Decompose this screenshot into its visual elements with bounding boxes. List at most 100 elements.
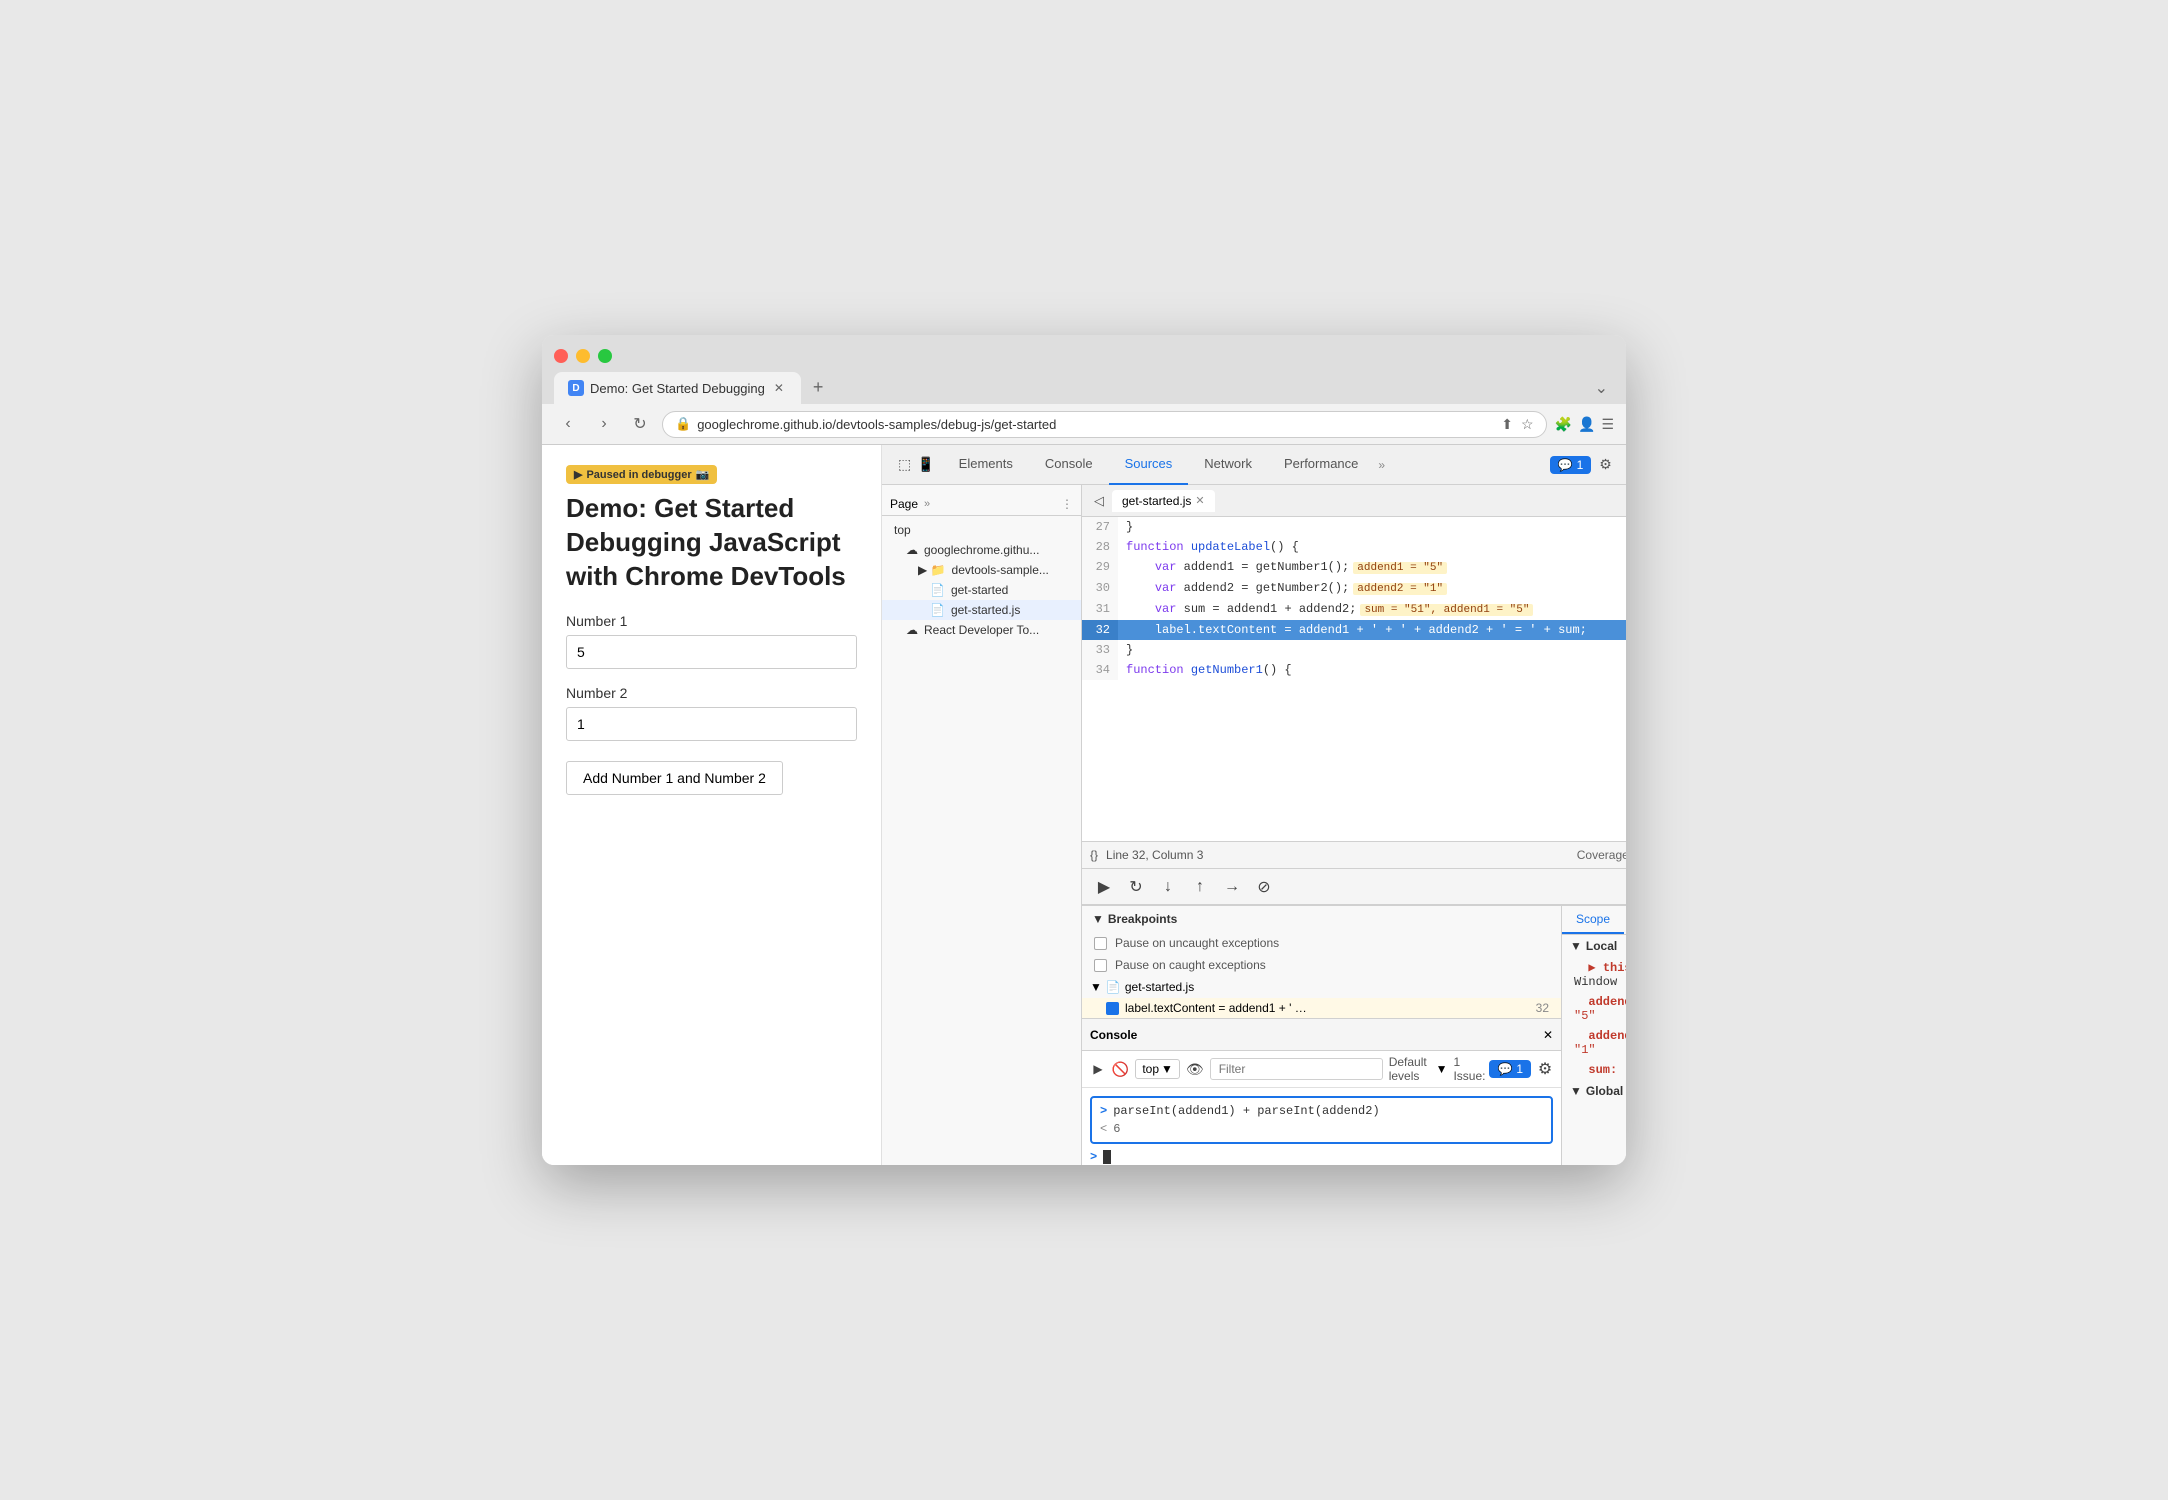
address-bar[interactable]: 🔒 googlechrome.github.io/devtools-sample… [662, 411, 1547, 438]
close-console-button[interactable]: ✕ [1543, 1028, 1553, 1042]
file-tree-folder[interactable]: ▶ 📁 devtools-sample... [882, 560, 1081, 580]
bp-checkbox[interactable] [1106, 1002, 1119, 1015]
tab-performance[interactable]: Performance [1268, 445, 1374, 485]
local-label: Local [1586, 939, 1617, 953]
watch-tab[interactable]: Watch [1624, 906, 1626, 934]
code-line-28: 28 function updateLabel() { [1082, 537, 1626, 557]
number1-input[interactable] [566, 635, 857, 669]
code-tab-close[interactable]: ✕ [1195, 494, 1204, 507]
traffic-lights [554, 345, 1614, 363]
content-area: ▶ Paused in debugger 📷 Demo: Get Started… [542, 445, 1626, 1165]
file-tree-react[interactable]: ☁ React Developer To... [882, 620, 1081, 640]
clear-console-icon[interactable]: 🚫 [1112, 1055, 1129, 1083]
console-header: Console ✕ [1082, 1019, 1561, 1051]
pause-uncaught-item[interactable]: Pause on uncaught exceptions [1082, 932, 1561, 954]
new-tab-button[interactable]: + [803, 371, 834, 404]
local-triangle: ▼ [1570, 939, 1582, 953]
device-icon[interactable]: 📱 [917, 456, 934, 473]
deactivate-bp-button[interactable]: ⊘ [1250, 873, 1278, 901]
top-label: top [894, 523, 911, 537]
play-icon: ▶ [574, 468, 582, 481]
file-tree-more-icon[interactable]: ⋮ [1061, 497, 1073, 511]
html-file-icon: 📄 [930, 583, 945, 597]
code-editor-tabs: ◁ get-started.js ✕ [1082, 485, 1626, 517]
code-line-27: 27 } [1082, 517, 1626, 537]
bp-filename: get-started.js [1125, 980, 1194, 994]
console-filter-input[interactable] [1210, 1058, 1383, 1080]
tab-title: Demo: Get Started Debugging [590, 381, 765, 396]
scope-tab[interactable]: Scope [1562, 906, 1624, 934]
step-button[interactable]: → [1218, 873, 1246, 901]
coverage-label: Coverage: n/a [1577, 848, 1626, 862]
profile-icon[interactable]: 👤 [1578, 416, 1595, 433]
scope-tabs: Scope Watch [1562, 906, 1626, 935]
console-arrow: < [1100, 1122, 1107, 1136]
file-tree-domain[interactable]: ☁ googlechrome.githu... [882, 540, 1081, 560]
inspect-icon[interactable]: ⬚ [898, 456, 911, 473]
global-triangle: ▼ [1570, 1084, 1582, 1098]
more-options-button[interactable]: ⋮ [1620, 452, 1626, 477]
active-tab[interactable]: D Demo: Get Started Debugging ✕ [554, 372, 801, 404]
issues-label: 1 Issue: [1453, 1055, 1485, 1083]
issues-count-badge: 💬 1 [1489, 1060, 1531, 1078]
global-label: Global [1586, 1084, 1623, 1098]
paused-label: Paused in debugger [586, 469, 691, 481]
code-tab[interactable]: get-started.js ✕ [1112, 490, 1215, 512]
curly-braces-icon: {} [1090, 848, 1098, 862]
bp-code: label.textContent = addend1 + ' … [1125, 1001, 1307, 1015]
scope-panel: Scope Watch ▼ Local ▶ [1562, 906, 1626, 1165]
forward-button[interactable]: › [590, 410, 618, 438]
code-line-29: 29 var addend1 = getNumber1();addend1 = … [1082, 557, 1626, 578]
account-icon[interactable]: ☰ [1601, 416, 1614, 433]
resume-button[interactable]: ▶ [1090, 873, 1118, 901]
levels-arrow: ▼ [1436, 1062, 1448, 1076]
add-button[interactable]: Add Number 1 and Number 2 [566, 761, 783, 795]
tab-network[interactable]: Network [1188, 445, 1268, 485]
pause-uncaught-checkbox[interactable] [1094, 937, 1107, 950]
more-tabs-icon[interactable]: » [1374, 458, 1389, 472]
tab-menu-icon[interactable]: ⌄ [1589, 372, 1614, 404]
share-icon[interactable]: ⬆ [1501, 416, 1513, 433]
breakpoints-title: Breakpoints [1108, 912, 1177, 926]
maximize-button[interactable] [598, 349, 612, 363]
tab-console[interactable]: Console [1029, 445, 1109, 485]
file-tree-js[interactable]: 📄 get-started.js [882, 600, 1081, 620]
top-selector[interactable]: top ▼ [1135, 1059, 1180, 1079]
lock-icon: 🔒 [675, 416, 691, 432]
addend2-val: "1" [1574, 1043, 1596, 1057]
prev-file-icon[interactable]: ◁ [1090, 489, 1108, 513]
code-editor: ◁ get-started.js ✕ 27 } [1082, 485, 1626, 1165]
settings-button[interactable]: ⚙ [1591, 452, 1620, 477]
minimize-button[interactable] [576, 349, 590, 363]
bp-entry[interactable]: label.textContent = addend1 + ' … 32 [1082, 998, 1561, 1018]
breakpoints-header[interactable]: ▼ Breakpoints [1082, 906, 1561, 932]
folder-label: devtools-sample... [952, 563, 1049, 577]
page-title: Demo: Get Started Debugging JavaScript w… [566, 492, 857, 593]
console-settings-button[interactable]: ⚙ [1537, 1055, 1553, 1083]
console-input-line[interactable]: > [1090, 1148, 1553, 1165]
run-icon[interactable]: ▶ [1090, 1055, 1106, 1083]
bookmark-icon[interactable]: ☆ [1521, 416, 1534, 433]
sources-panel: Page » ⋮ top ☁ googlechrome.githu... ▶ 📁… [882, 485, 1626, 1165]
tab-sources[interactable]: Sources [1109, 445, 1189, 485]
number2-input[interactable] [566, 707, 857, 741]
extensions-icon[interactable]: 🧩 [1555, 416, 1572, 433]
step-over-button[interactable]: ↻ [1122, 873, 1150, 901]
browser-window: D Demo: Get Started Debugging ✕ + ⌄ ‹ › … [542, 335, 1626, 1165]
tab-elements[interactable]: Elements [943, 445, 1029, 485]
webpage-panel: ▶ Paused in debugger 📷 Demo: Get Started… [542, 445, 882, 1165]
step-into-button[interactable]: ↓ [1154, 873, 1182, 901]
more-sources-icon[interactable]: » [924, 498, 930, 510]
close-button[interactable] [554, 349, 568, 363]
file-tree-html[interactable]: 📄 get-started [882, 580, 1081, 600]
back-button[interactable]: ‹ [554, 410, 582, 438]
console-panel: Console ✕ ▶ 🚫 top ▼ [1082, 1018, 1561, 1165]
pause-caught-item[interactable]: Pause on caught exceptions [1082, 954, 1561, 976]
pause-caught-checkbox[interactable] [1094, 959, 1107, 972]
step-out-button[interactable]: ↑ [1186, 873, 1214, 901]
file-tree-top[interactable]: top [882, 520, 1081, 540]
reload-button[interactable]: ↻ [626, 410, 654, 438]
tab-close-button[interactable]: ✕ [771, 380, 787, 396]
eye-icon[interactable]: 👁 [1186, 1055, 1204, 1083]
console-prompt: > [1100, 1104, 1107, 1118]
